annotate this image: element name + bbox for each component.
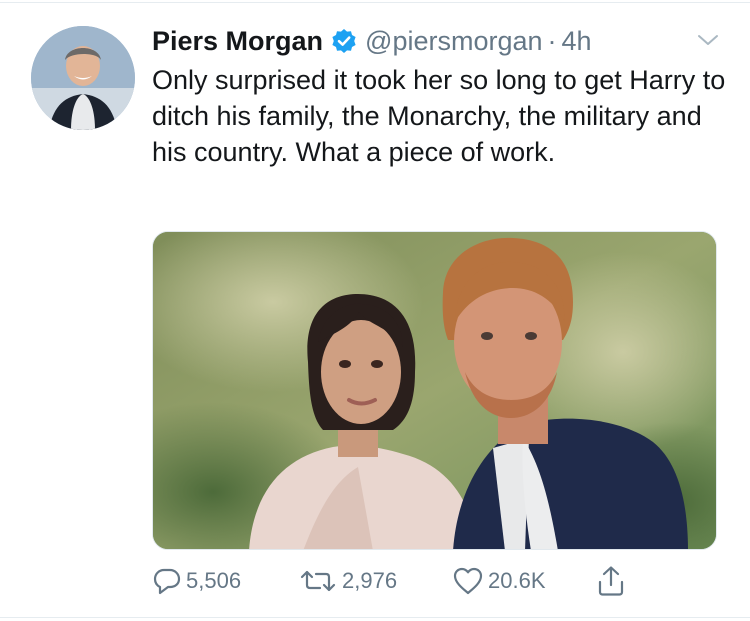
tweet-text: Only surprised it took her so long to ge… bbox=[152, 65, 726, 167]
avatar-photo bbox=[31, 26, 135, 130]
avatar[interactable] bbox=[31, 26, 135, 130]
header-separator: · bbox=[547, 25, 557, 56]
retweet-count: 2,976 bbox=[342, 568, 398, 593]
verified-badge-icon bbox=[331, 28, 357, 54]
retweet-button[interactable]: 2,976 bbox=[298, 563, 397, 599]
heart-icon bbox=[453, 567, 483, 595]
top-divider bbox=[0, 2, 750, 3]
bottom-divider bbox=[0, 617, 750, 618]
author-name[interactable]: Piers Morgan bbox=[152, 26, 323, 57]
reply-count: 5,506 bbox=[186, 568, 242, 593]
tweet-timestamp[interactable]: 4h bbox=[562, 26, 592, 57]
like-count: 20.6K bbox=[488, 568, 546, 593]
share-icon bbox=[598, 566, 624, 596]
chevron-down-icon[interactable] bbox=[695, 30, 721, 50]
reply-icon bbox=[153, 568, 181, 595]
like-button[interactable]: 20.6K bbox=[452, 563, 546, 599]
author-handle[interactable]: @piersmorgan bbox=[365, 26, 542, 57]
retweet-icon bbox=[300, 570, 336, 592]
reply-button[interactable]: 5,506 bbox=[152, 563, 241, 599]
tweet-photo[interactable] bbox=[152, 231, 717, 550]
tweet-header: Piers Morgan @piersmorgan · 4h bbox=[152, 24, 592, 58]
share-button[interactable] bbox=[596, 563, 630, 599]
tweet-actions-bar: 5,506 2,976 20.6K bbox=[152, 563, 732, 599]
